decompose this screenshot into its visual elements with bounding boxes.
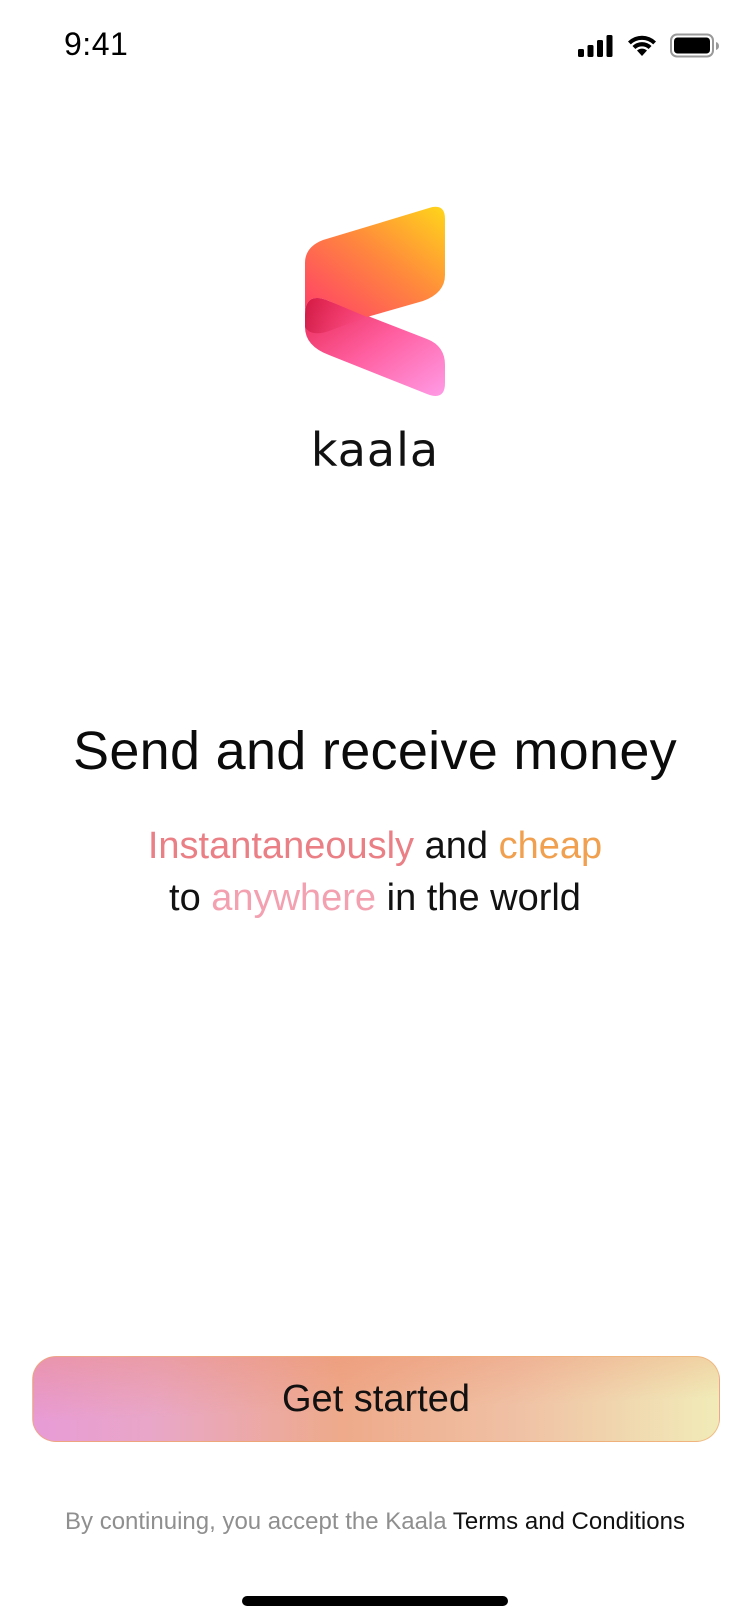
status-time: 9:41: [64, 26, 129, 62]
kaala-logo-icon: [305, 205, 445, 397]
highlight-cheap: cheap: [498, 825, 603, 867]
subline-to: to: [169, 877, 212, 919]
cellular-signal-icon: [578, 34, 614, 58]
get-started-button[interactable]: Get started: [32, 1356, 720, 1442]
subline-in-the-world: in the world: [376, 877, 581, 919]
battery-icon: [670, 33, 720, 59]
highlight-instantaneously: Instantaneously: [147, 825, 415, 867]
status-icons: [578, 32, 720, 60]
hero-subline-line-2: to anywhere in the world: [0, 872, 750, 924]
wifi-icon: [626, 34, 658, 58]
get-started-label: Get started: [282, 1377, 470, 1420]
terms-and-conditions-link[interactable]: Terms and Conditions: [453, 1508, 685, 1535]
brand-wordmark: kaala: [310, 423, 440, 477]
hero-subline: Instantaneously and cheap to anywhere in…: [0, 820, 750, 924]
terms-prefix: By continuing, you accept the Kaala: [65, 1508, 453, 1535]
status-bar: 9:41: [0, 0, 750, 92]
hero-headline: Send and receive money: [73, 721, 677, 781]
highlight-anywhere: anywhere: [211, 877, 377, 919]
home-indicator[interactable]: [242, 1596, 508, 1606]
terms-notice: By continuing, you accept the Kaala Term…: [0, 1508, 750, 1536]
hero-subline-line-1: Instantaneously and cheap: [0, 820, 750, 872]
brand-logo-block: kaala: [0, 205, 750, 473]
subline-and: and: [414, 825, 499, 867]
